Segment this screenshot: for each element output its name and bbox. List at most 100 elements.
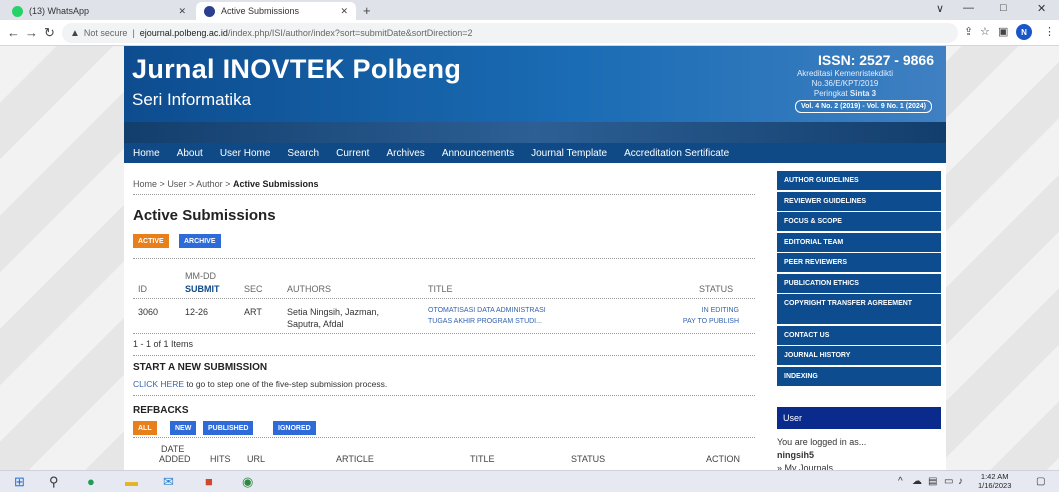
sidebar-item-indexing[interactable]: INDEXING <box>777 366 941 386</box>
profile-avatar[interactable]: N <box>1016 24 1032 40</box>
logged-in-text: You are logged in as... <box>777 437 867 447</box>
nav-current[interactable]: Current <box>336 148 369 159</box>
battery-icon[interactable]: ▭ <box>944 476 953 487</box>
cloud-icon[interactable]: ☁ <box>912 476 922 487</box>
sidebar-item-author-guidelines[interactable]: AUTHOR GUIDELINES <box>777 171 941 190</box>
col-header-sec[interactable]: SEC <box>244 284 263 294</box>
system-clock[interactable]: 1:42 AM 1/16/2023 <box>978 472 1011 490</box>
nav-search[interactable]: Search <box>287 148 319 159</box>
nav-announcements[interactable]: Announcements <box>442 148 514 159</box>
browser-tab-whatsapp[interactable]: (13) WhatsApp ✕ <box>4 2 194 20</box>
tab-active[interactable]: ACTIVE <box>133 234 169 248</box>
forward-icon[interactable]: → <box>25 25 38 40</box>
col-header-status[interactable]: STATUS <box>571 454 605 464</box>
nav-home[interactable]: Home <box>133 148 160 159</box>
col-header-submit[interactable]: SUBMIT <box>185 284 220 294</box>
windows-start-icon[interactable]: ⊞ <box>14 474 25 490</box>
sidebar-item-contact-us[interactable]: CONTACT US <box>777 325 941 345</box>
journal-subtitle: Seri Informatika <box>132 90 252 109</box>
nav-journal-template[interactable]: Journal Template <box>531 148 607 159</box>
share-icon[interactable]: ⇪ <box>964 25 973 38</box>
breadcrumb-home[interactable]: Home <box>133 179 157 189</box>
maximize-button[interactable]: □ <box>1000 2 1007 14</box>
submission-date: 12-26 <box>185 307 209 317</box>
refbacks-tab-all[interactable]: ALL <box>133 421 157 435</box>
col-header-title[interactable]: TITLE <box>470 454 495 464</box>
submission-status-link[interactable]: IN EDITING PAY TO PUBLISH <box>659 305 739 327</box>
sidebar-item-peer-reviewers[interactable]: PEER REVIEWERS <box>777 253 941 272</box>
file-explorer-icon[interactable]: ▬ <box>125 474 138 490</box>
reload-icon[interactable]: ↻ <box>44 25 55 41</box>
browser-tab-active-submissions[interactable]: Active Submissions ✕ <box>196 2 356 20</box>
sidebar: AUTHOR GUIDELINES REVIEWER GUIDELINES FO… <box>777 171 941 473</box>
col-header-title[interactable]: TITLE <box>428 284 453 294</box>
col-header-status[interactable]: STATUS <box>699 284 733 294</box>
close-tab-icon[interactable]: ✕ <box>340 6 348 17</box>
new-submission-heading: START A NEW SUBMISSION <box>133 362 268 373</box>
minimize-button[interactable]: — <box>963 2 974 14</box>
close-window-button[interactable]: ✕ <box>1037 2 1046 15</box>
breadcrumb-author[interactable]: Author <box>196 179 223 189</box>
edge-browser-icon[interactable]: ● <box>87 474 95 490</box>
col-header-article[interactable]: ARTICLE <box>336 454 374 464</box>
back-icon[interactable]: ← <box>7 25 20 40</box>
powerpoint-icon[interactable]: ■ <box>205 474 213 490</box>
url-path: /index.php/ISI/author/index?sort=submitD… <box>227 28 473 38</box>
issn-label: ISSN: 2527 - 9866 <box>818 52 934 68</box>
volume-range-badge: Vol. 4 No. 2 (2019) - Vol. 9 No. 1 (2024… <box>794 100 932 113</box>
main-navigation: Home About User Home Search Current Arch… <box>124 143 946 163</box>
nav-about[interactable]: About <box>177 148 203 159</box>
breadcrumb: Home > User > Author > Active Submission… <box>133 179 318 189</box>
new-tab-button[interactable]: + <box>363 3 371 18</box>
sidebar-item-reviewer-guidelines[interactable]: REVIEWER GUIDELINES <box>777 191 941 211</box>
volume-icon[interactable]: ♪ <box>958 476 963 487</box>
tab-label: (13) WhatsApp <box>29 6 90 16</box>
sidebar-item-copyright-transfer[interactable]: COPYRIGHT TRANSFER AGREEMENT <box>777 294 941 324</box>
mail-icon[interactable]: ✉ <box>163 474 174 490</box>
search-icon[interactable]: ⚲ <box>49 474 59 490</box>
col-header-url[interactable]: URL <box>247 454 265 464</box>
click-here-link[interactable]: CLICK HERE <box>133 379 184 389</box>
sidebar-item-focus-scope[interactable]: FOCUS & SCOPE <box>777 212 941 231</box>
col-header-id[interactable]: ID <box>138 284 147 294</box>
divider <box>133 298 755 299</box>
breadcrumb-separator: > <box>225 179 231 189</box>
tab-search-icon[interactable]: ∨ <box>936 2 944 15</box>
notifications-icon[interactable]: ▢ <box>1036 476 1045 487</box>
refbacks-tab-new[interactable]: NEW <box>170 421 197 435</box>
url-security-label: Not secure <box>83 28 128 38</box>
bookmark-star-icon[interactable]: ☆ <box>980 25 990 38</box>
refbacks-tab-ignored[interactable]: IGNORED <box>273 421 316 435</box>
network-icon[interactable]: ▤ <box>928 476 937 487</box>
side-panel-icon[interactable]: ▣ <box>998 25 1008 38</box>
submission-authors: Setia Ningsih, Jazman, Saputra, Afdal <box>287 306 379 330</box>
title-line: OTOMATISASI DATA ADMINISTRASI <box>428 307 546 314</box>
user-block-header: User <box>777 407 941 429</box>
submission-title-link[interactable]: OTOMATISASI DATA ADMINISTRASI TUGAS AKHI… <box>428 305 546 327</box>
nav-accreditation-sertificate[interactable]: Accreditation Sertificate <box>624 148 729 159</box>
menu-kebab-icon[interactable]: ⋮ <box>1044 25 1055 38</box>
chrome-icon[interactable]: ◉ <box>242 474 253 490</box>
items-count: 1 - 1 of 1 Items <box>133 339 194 349</box>
sidebar-item-editorial-team[interactable]: EDITORIAL TEAM <box>777 232 941 252</box>
col-header-mmdd: MM-DD <box>185 271 216 281</box>
col-header-authors[interactable]: AUTHORS <box>287 284 331 294</box>
show-hidden-icons-icon[interactable]: ^ <box>898 476 903 487</box>
username: ningsih5 <box>777 450 815 460</box>
breadcrumb-user[interactable]: User <box>167 179 186 189</box>
url-bar[interactable]: ▲ Not secure | ejournal.polbeng.ac.id /i… <box>62 23 958 43</box>
sidebar-item-publication-ethics[interactable]: PUBLICATION ETHICS <box>777 273 941 293</box>
nav-archives[interactable]: Archives <box>386 148 424 159</box>
accreditation-number: No.36/E/KPT/2019 <box>811 79 879 88</box>
close-tab-icon[interactable]: ✕ <box>178 6 186 17</box>
refbacks-tab-published[interactable]: PUBLISHED <box>203 421 254 435</box>
col-header-hits[interactable]: HITS <box>210 454 231 464</box>
authors-line: Saputra, Afdal <box>287 319 344 329</box>
sidebar-item-journal-history[interactable]: JOURNAL HISTORY <box>777 346 941 365</box>
nav-user-home[interactable]: User Home <box>220 148 271 159</box>
status-line: PAY TO PUBLISH <box>682 318 739 325</box>
tab-archive[interactable]: ARCHIVE <box>179 234 221 248</box>
journal-title: Jurnal INOVTEK Polbeng <box>132 54 462 84</box>
col-header-added[interactable]: ADDED <box>159 454 191 464</box>
url-separator: | <box>132 28 135 38</box>
